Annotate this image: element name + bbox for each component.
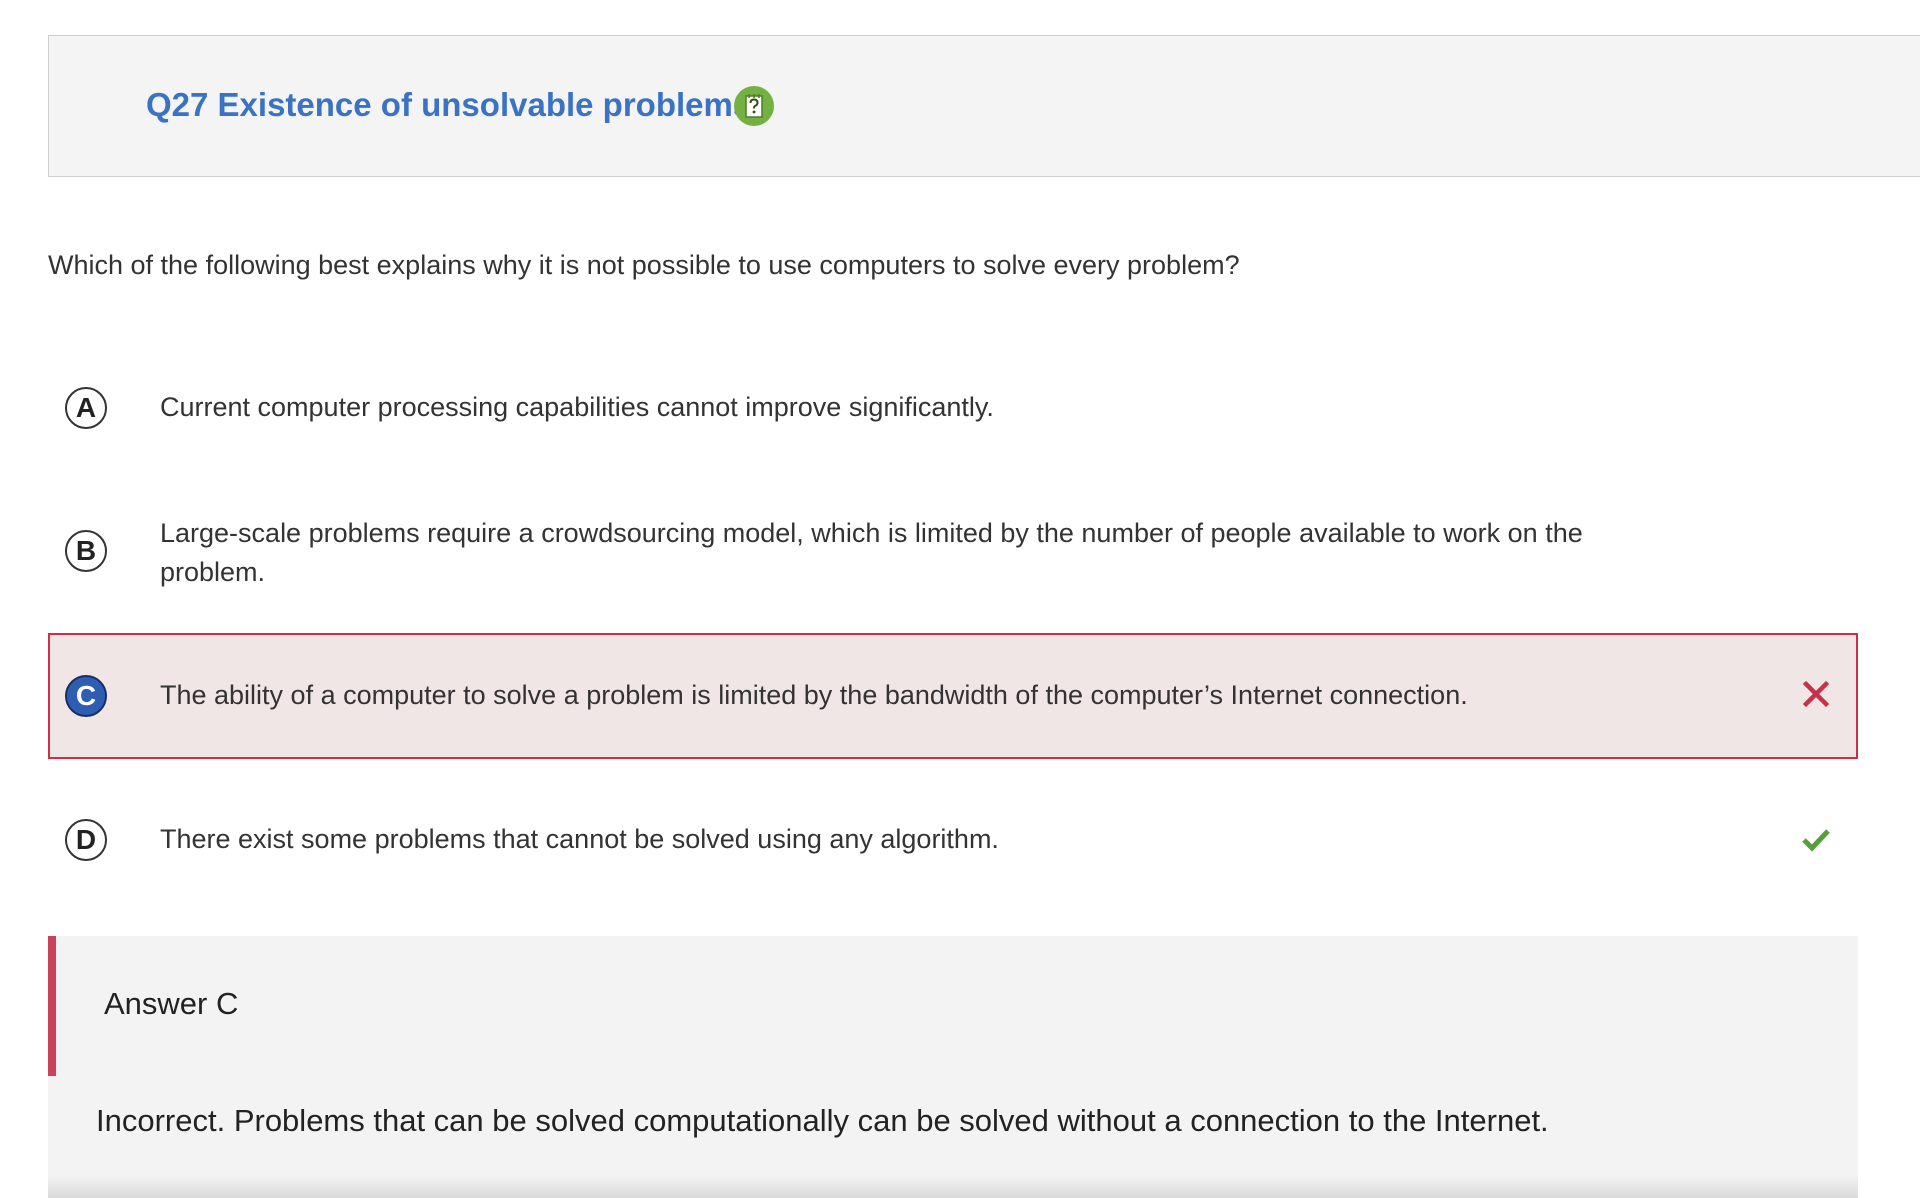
option-text-d: There exist some problems that cannot be…: [160, 824, 999, 854]
option-text-b: Large-scale problems require a crowdsour…: [160, 518, 1583, 587]
x-icon: [1801, 679, 1831, 709]
option-letter-b: B: [65, 530, 107, 572]
option-letter-d: D: [65, 819, 107, 861]
option-letter-a: A: [65, 387, 107, 429]
question-header: Q27 Existence of unsolvable problems: [48, 35, 1920, 177]
answer-title: Answer C: [104, 986, 239, 1021]
answer-panel: Answer C Incorrect. Problems that can be…: [48, 936, 1858, 1198]
question-notepad-icon[interactable]: [734, 86, 774, 126]
option-letter-c: C: [65, 675, 107, 717]
option-c-selected-incorrect[interactable]: C The ability of a computer to solve a p…: [48, 633, 1858, 759]
question-page: Q27 Existence of unsolvable problems Whi…: [0, 0, 1920, 1198]
answer-accent-bar: [48, 936, 56, 1076]
option-d-correct[interactable]: D There exist some problems that cannot …: [48, 810, 1858, 870]
option-text-c: The ability of a computer to solve a pro…: [160, 680, 1468, 710]
checkmark-icon: [1801, 825, 1831, 855]
answer-explanation: Incorrect. Problems that can be solved c…: [96, 1103, 1549, 1138]
option-a[interactable]: A Current computer processing capabiliti…: [48, 378, 1858, 438]
answer-bottom-shadow: [48, 1176, 1858, 1198]
question-title: Q27 Existence of unsolvable problems: [146, 86, 752, 123]
question-stem: Which of the following best explains why…: [48, 250, 1240, 280]
option-b[interactable]: B Large-scale problems require a crowdso…: [48, 509, 1858, 593]
option-text-a: Current computer processing capabilities…: [160, 392, 994, 422]
